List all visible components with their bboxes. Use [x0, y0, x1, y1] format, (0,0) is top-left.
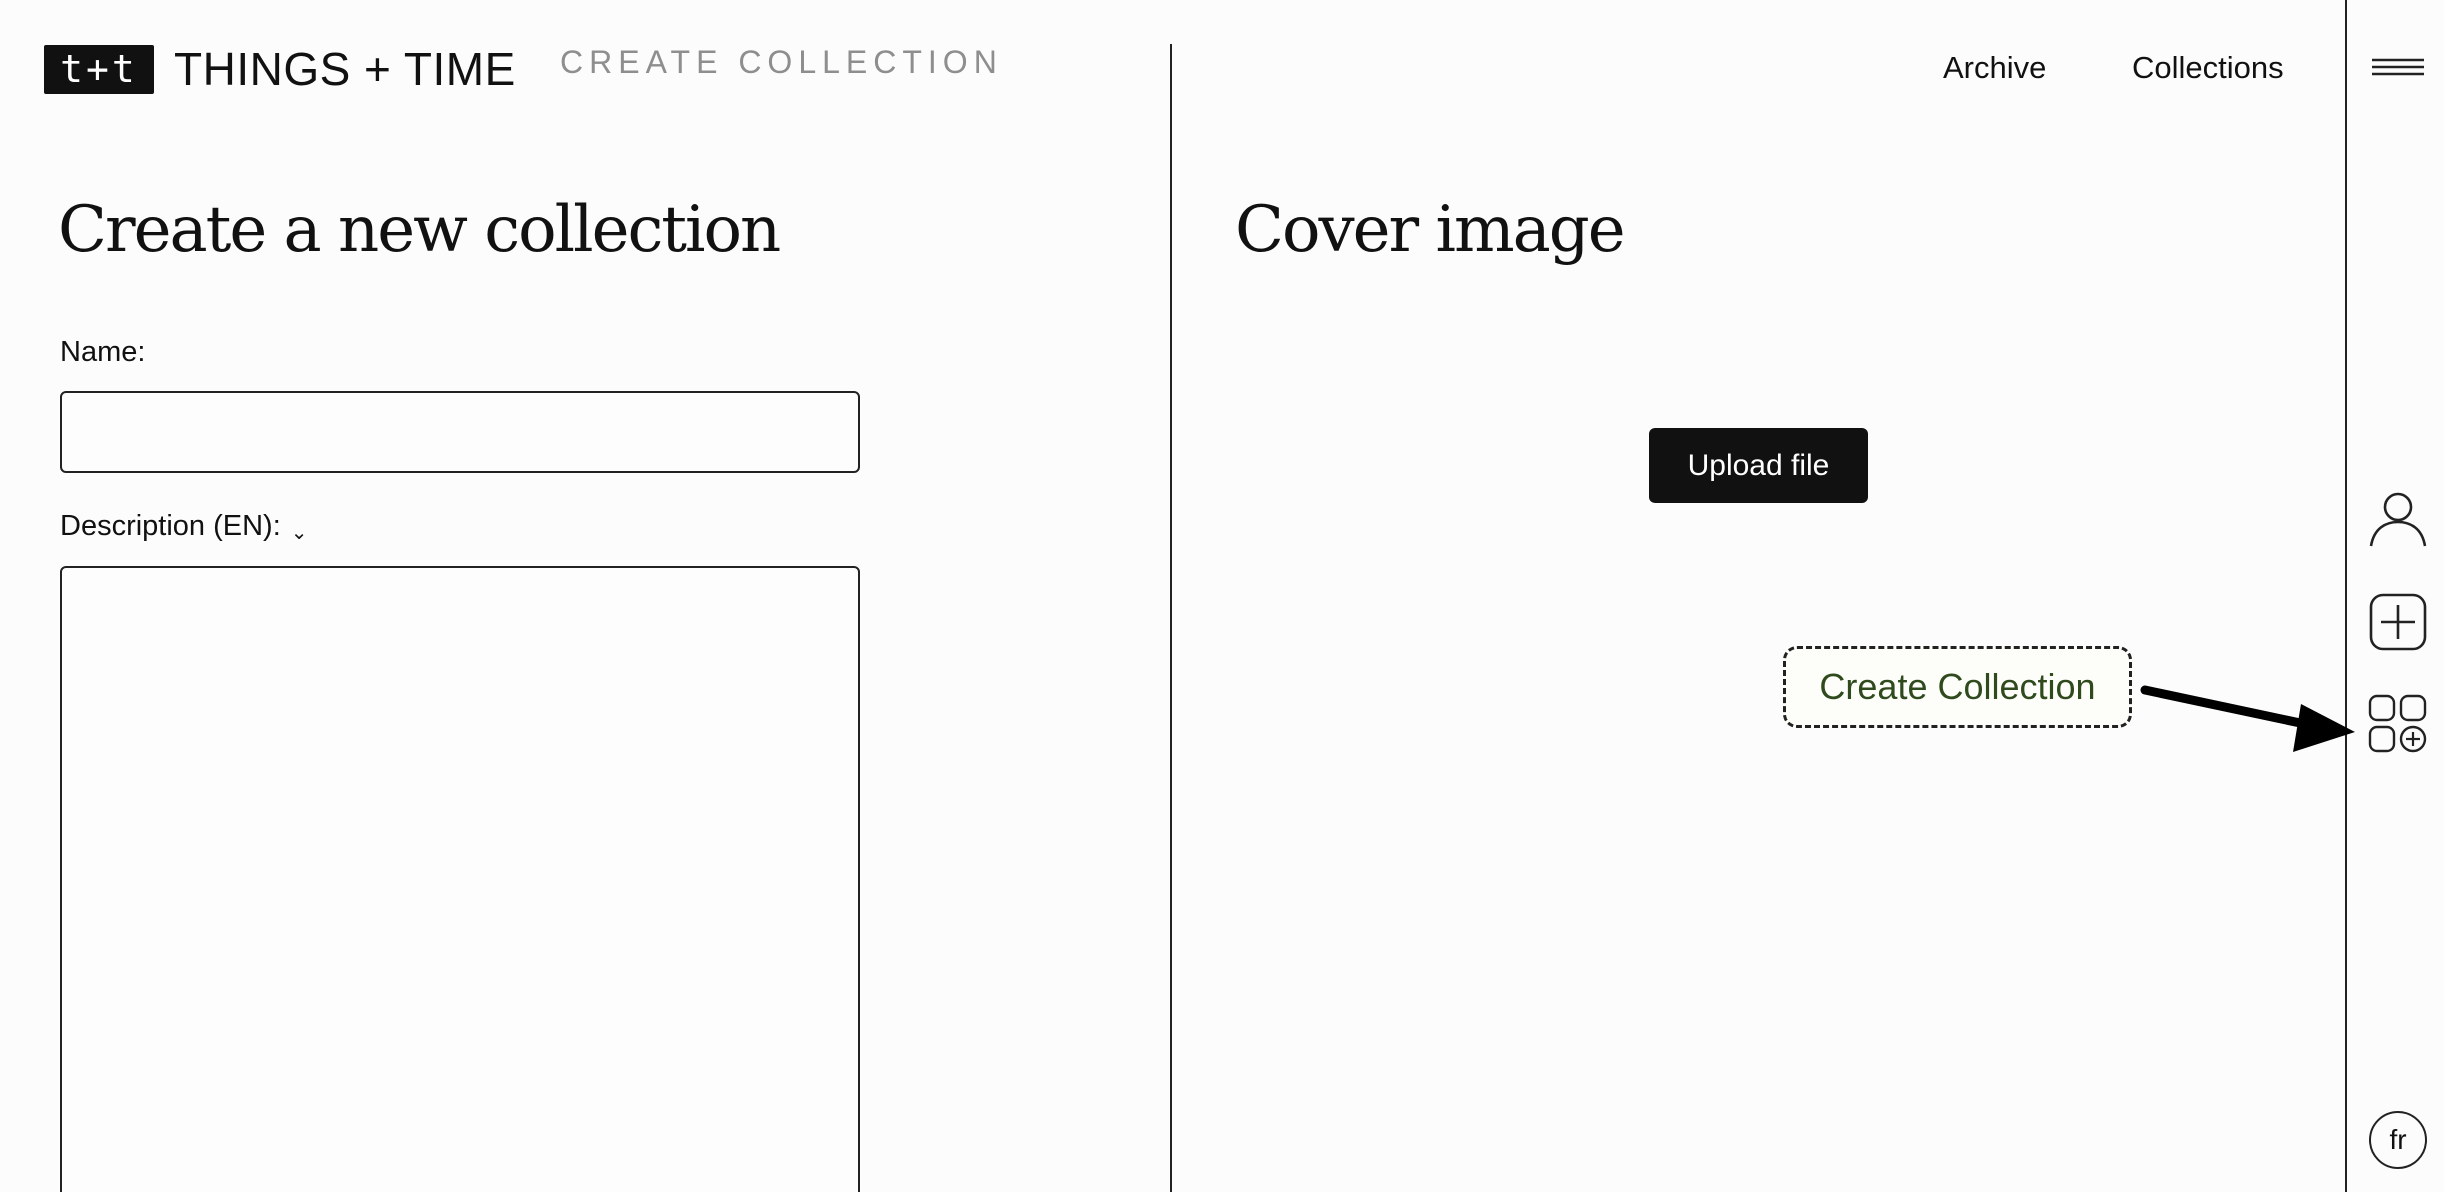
menu-button[interactable] — [2368, 38, 2428, 96]
page: t+t THINGS + TIME CREATE COLLECTION Arch… — [0, 0, 2444, 1192]
menu-icon — [2372, 58, 2424, 76]
create-collection-callout: Create Collection — [1783, 646, 2132, 728]
logo-text: t+t — [60, 47, 138, 91]
name-input[interactable] — [60, 391, 860, 473]
form-title: Create a new collection — [58, 193, 781, 267]
description-label-row[interactable]: Description (EN): ⌄ — [60, 510, 308, 544]
description-textarea[interactable] — [60, 566, 860, 1192]
brand-name: THINGS + TIME — [174, 43, 516, 95]
nav-collections-link[interactable]: Collections — [2132, 52, 2284, 83]
name-label: Name: — [60, 336, 146, 368]
page-subtitle: CREATE COLLECTION — [560, 44, 1003, 80]
panel-divider — [1170, 44, 1172, 1192]
sidebar-divider — [2345, 0, 2347, 1192]
brand[interactable]: t+t THINGS + TIME — [44, 44, 516, 94]
logo: t+t — [44, 44, 154, 94]
user-icon — [2369, 492, 2427, 547]
nav-archive-link[interactable]: Archive — [1943, 52, 2046, 83]
callout-arrow-icon — [2140, 685, 2355, 752]
upload-file-button[interactable]: Upload file — [1649, 428, 1868, 503]
description-label: Description (EN): — [60, 510, 281, 542]
cover-title: Cover image — [1235, 193, 1626, 267]
chevron-down-icon[interactable]: ⌄ — [291, 523, 308, 543]
plus-square-icon — [2369, 593, 2427, 651]
add-button[interactable] — [2368, 592, 2428, 652]
language-switch-button[interactable]: fr — [2369, 1111, 2427, 1169]
create-collection-button[interactable] — [2368, 694, 2428, 754]
user-button[interactable] — [2368, 488, 2428, 548]
collection-add-icon — [2368, 694, 2427, 753]
